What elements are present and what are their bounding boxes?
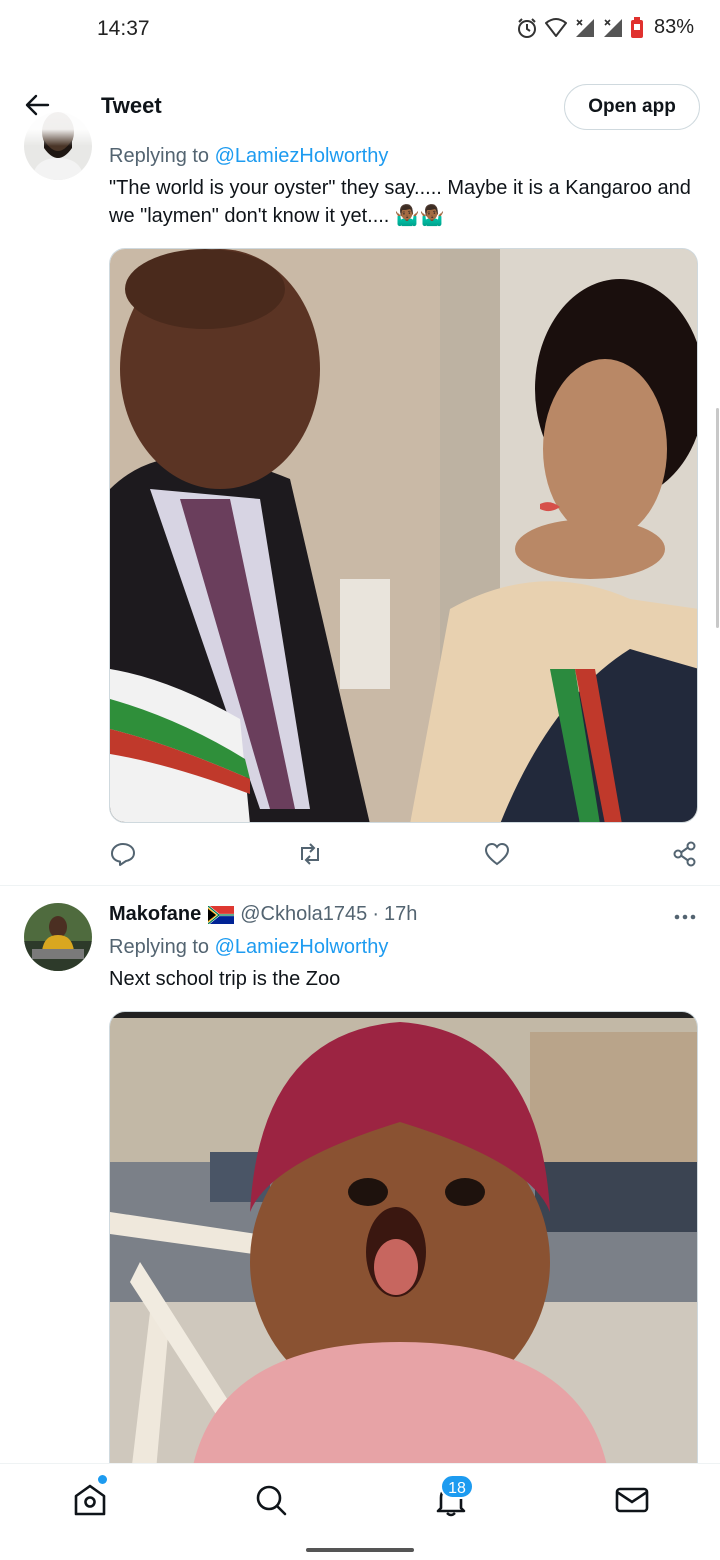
tweet-text: "The world is your oyster" they say.....… [109, 177, 691, 227]
home-unread-dot [98, 1475, 107, 1484]
open-app-button[interactable]: Open app [564, 84, 700, 130]
battery-percent: 83% [653, 16, 694, 38]
wifi-icon [544, 17, 567, 37]
more-options-button[interactable] [668, 904, 702, 930]
battery-icon [630, 16, 643, 38]
gesture-navigation-bar[interactable] [306, 1548, 414, 1552]
page-title: Tweet [101, 93, 162, 118]
display-name[interactable]: Makofane [109, 903, 201, 926]
status-time: 14:37 [97, 17, 150, 40]
home-icon[interactable] [72, 1482, 108, 1518]
reply-handle-link[interactable]: @LamiezHolworthy [215, 145, 389, 167]
reply-icon[interactable] [109, 840, 137, 868]
avatar[interactable] [24, 903, 92, 971]
signal-icon [603, 18, 622, 37]
scrollbar[interactable] [716, 408, 719, 628]
separator: · [372, 903, 379, 925]
notification-count-badge: 18 [440, 1474, 474, 1499]
messages-icon[interactable] [614, 1482, 650, 1518]
like-icon[interactable] [483, 840, 511, 868]
bottom-navigation: 18 [0, 1463, 720, 1537]
signal-icon [575, 18, 594, 37]
replying-to: Replying to @LamiezHolworthy [109, 936, 389, 958]
tweet-author-row: Makofane @Ckhola1745 · 17h [109, 903, 417, 926]
tweet-actions [109, 840, 699, 868]
search-icon[interactable] [253, 1482, 289, 1518]
timestamp[interactable]: 17h [384, 903, 417, 926]
handle[interactable]: @Ckhola1745 [240, 903, 367, 926]
back-arrow-icon [25, 94, 50, 116]
more-icon [674, 914, 696, 920]
south-africa-flag-icon [208, 905, 235, 924]
alarm-icon [517, 17, 536, 38]
tweet-image[interactable] [109, 1011, 698, 1481]
tweet-text: Next school trip is the Zoo [109, 968, 341, 990]
status-icons: 83% [516, 16, 694, 39]
top-header: Tweet Open app [0, 62, 720, 146]
back-button[interactable] [18, 86, 56, 124]
tweet-divider [0, 885, 720, 886]
retweet-icon[interactable] [296, 840, 324, 868]
tweet-image[interactable] [109, 248, 698, 823]
status-bar: 14:37 83% [0, 0, 720, 60]
share-icon[interactable] [671, 840, 699, 868]
reply-handle-link[interactable]: @LamiezHolworthy [215, 936, 389, 958]
replying-to: Replying to @LamiezHolworthy [109, 145, 389, 167]
